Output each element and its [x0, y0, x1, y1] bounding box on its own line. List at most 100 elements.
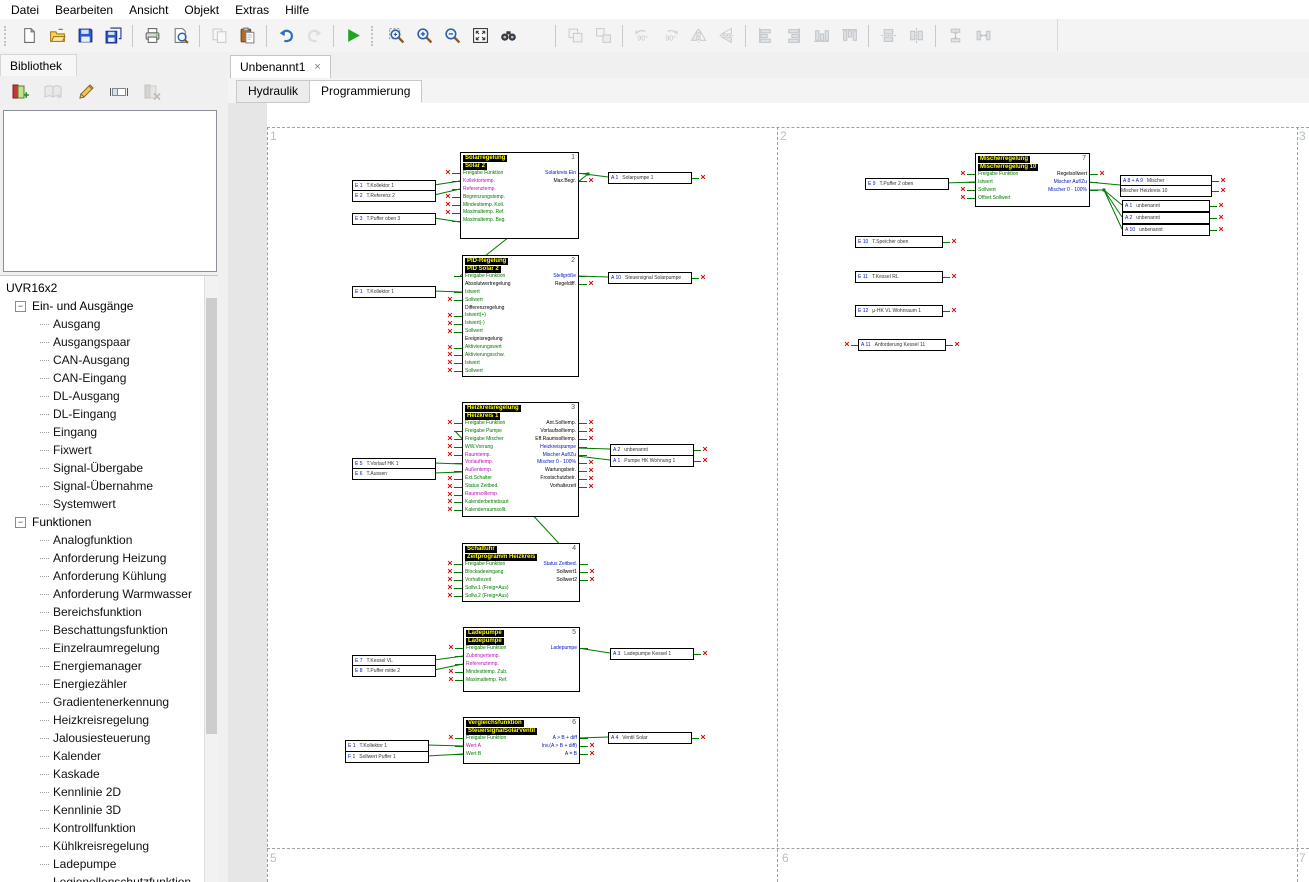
menu-item-datei[interactable]: Datei [3, 1, 47, 19]
io-block[interactable]: Mischer Heizkreis 10✕ [1120, 185, 1212, 197]
io-block[interactable]: E 12µ-HK VL Wohnraum 1✕ [855, 305, 943, 317]
rename-library-button[interactable] [105, 79, 133, 105]
zoom-fit-button[interactable] [467, 23, 493, 49]
tree-item[interactable]: Heizkreisregelung [4, 711, 218, 729]
document-tab[interactable]: Unbenannt1 × [230, 55, 331, 78]
io-block[interactable]: A 3Ladepumpe Kessel 1✕ [610, 648, 694, 660]
tree-item[interactable]: Beschattungsfunktion [4, 621, 218, 639]
function-block[interactable]: 2PID-RegelungPID Solar 2Freigabe Funktio… [462, 255, 579, 377]
function-block[interactable]: 1SolarregelungSolar 2Freigabe Funktion✕K… [460, 152, 579, 239]
tree-section[interactable]: −Ein- und Ausgänge [4, 297, 218, 315]
tree-item[interactable]: Systemwert [4, 495, 218, 513]
tree-root[interactable]: UVR16x2 [4, 279, 218, 297]
menu-item-hilfe[interactable]: Hilfe [277, 1, 317, 19]
tree-item[interactable]: DL-Ausgang [4, 387, 218, 405]
tree-item[interactable]: Anforderung Kühlung [4, 567, 218, 585]
io-block[interactable]: E 9T.Puffer 2 oben [865, 178, 949, 190]
tree-item[interactable]: Anforderung Heizung [4, 549, 218, 567]
io-block[interactable]: A 2unbenannt✕ [1122, 212, 1210, 224]
new-file-button[interactable] [16, 23, 42, 49]
collapse-icon[interactable]: − [15, 517, 26, 528]
tree-item[interactable]: Bereichsfunktion [4, 603, 218, 621]
collapse-icon[interactable]: − [15, 301, 26, 312]
zoom-region-button[interactable] [383, 23, 409, 49]
function-block[interactable]: 3HeizkreisregelungHeizkreis 1Freigabe Fu… [462, 402, 579, 517]
tree-scrollbar-thumb[interactable] [206, 298, 217, 734]
library-tab[interactable]: Bibliothek [0, 54, 77, 76]
function-block[interactable]: 4SchaltuhrZeitprogramm HeizkreisFreigabe… [462, 543, 580, 602]
tree-item[interactable]: Ausgangspaar [4, 333, 218, 351]
io-block[interactable]: A 4Ventil Solar✕ [608, 732, 692, 744]
print-button[interactable] [139, 23, 165, 49]
io-block[interactable]: A 1Pumpe HK Wohnung 1✕ [610, 455, 694, 467]
tree-item[interactable]: Gradientenerkennung [4, 693, 218, 711]
zoom-out-button[interactable] [439, 23, 465, 49]
tree-item[interactable]: Ladepumpe [4, 855, 218, 873]
tree-item[interactable]: Kalender [4, 747, 218, 765]
block-output-row: Stellgröße [553, 273, 578, 281]
tree-item[interactable]: Kennlinie 2D [4, 783, 218, 801]
menu-item-bearbeiten[interactable]: Bearbeiten [47, 1, 121, 19]
tree-item[interactable]: CAN-Ausgang [4, 351, 218, 369]
undo-button[interactable] [273, 23, 299, 49]
save-button[interactable] [72, 23, 98, 49]
tab-hydraulik[interactable]: Hydraulik [236, 80, 310, 103]
io-block[interactable]: E 8T.Puffer mitte 2 [352, 665, 436, 677]
open-file-button[interactable] [44, 23, 70, 49]
tree-item[interactable]: Ausgang [4, 315, 218, 333]
tree-item[interactable]: Jalousiesteuerung [4, 729, 218, 747]
tree-item[interactable]: Fixwert [4, 441, 218, 459]
function-block[interactable]: 7MischerregelungMischerregelung 10Freiga… [975, 153, 1090, 207]
tree-item[interactable]: Kühlkreisregelung [4, 837, 218, 855]
library-list[interactable] [3, 110, 217, 272]
tree-section[interactable]: −Funktionen [4, 513, 218, 531]
tree-item[interactable]: Legionellenschutzfunktion [4, 873, 218, 882]
tree-scrollbar[interactable] [204, 276, 218, 882]
run-button[interactable] [340, 23, 366, 49]
grid-button[interactable] [523, 23, 549, 49]
tree-item[interactable]: Eingang [4, 423, 218, 441]
tree-item[interactable]: Kennlinie 3D [4, 801, 218, 819]
menu-item-extras[interactable]: Extras [227, 1, 277, 19]
io-block[interactable]: A 1unbenannt✕ [1122, 200, 1210, 212]
tree-item[interactable]: Kontrollfunktion [4, 819, 218, 837]
programming-canvas[interactable]: 1235671SolarregelungSolar 2Freigabe Funk… [228, 103, 1309, 882]
tab-programmierung[interactable]: Programmierung [309, 80, 422, 103]
menu-item-objekt[interactable]: Objekt [176, 1, 227, 19]
output-pin-label: Heizkreispumpe [540, 445, 576, 450]
edit-library-button[interactable] [72, 79, 100, 105]
open-pin-icon: ✕ [447, 344, 453, 351]
print-preview-button[interactable] [167, 23, 193, 49]
io-block[interactable]: A 10unbenannt✕ [1122, 224, 1210, 236]
function-block[interactable]: 6VergleichsfunktionSteuersignalSolarVent… [463, 717, 580, 764]
tree-item[interactable]: Kaskade [4, 765, 218, 783]
io-block[interactable]: A 10Steuersignal Solarpumpe✕ [608, 272, 692, 284]
add-library-button[interactable] [6, 79, 34, 105]
io-block[interactable]: F 1Sollwert Puffer 1 [345, 751, 429, 763]
close-icon[interactable]: × [314, 61, 320, 73]
io-block[interactable]: E 2T.Referenz 2 [352, 190, 436, 202]
find-button[interactable] [495, 23, 521, 49]
io-block[interactable]: E 6T.Aussen [352, 468, 436, 480]
io-block[interactable]: E 10T.Speicher oben✕ [855, 236, 943, 248]
tree-item[interactable]: Signal-Übergabe [4, 459, 218, 477]
io-block[interactable]: E 3T.Puffer oben 3 [352, 213, 436, 225]
io-block[interactable]: E 11T.Kessel RL✕ [855, 271, 943, 283]
tree-item[interactable]: Signal-Übernahme [4, 477, 218, 495]
zoom-in-button[interactable] [411, 23, 437, 49]
tree-item[interactable]: Einzelraumregelung [4, 639, 218, 657]
tree-item[interactable]: CAN-Eingang [4, 369, 218, 387]
tree-item[interactable]: Energiezähler [4, 675, 218, 693]
tree-item[interactable]: Anforderung Warmwasser [4, 585, 218, 603]
tree-item[interactable]: Analogfunktion [4, 531, 218, 549]
io-block[interactable]: E 1T.Kollektor 1 [352, 286, 436, 298]
menu-item-ansicht[interactable]: Ansicht [121, 1, 176, 19]
paste-button[interactable] [234, 23, 260, 49]
function-block[interactable]: 5LadepumpeLadepumpeFreigabe Funktion✕Zub… [463, 627, 580, 692]
zoom-fit-icon [472, 27, 489, 44]
save-all-button[interactable] [100, 23, 126, 49]
tree-item[interactable]: Energiemanager [4, 657, 218, 675]
tree-item[interactable]: DL-Eingang [4, 405, 218, 423]
io-block[interactable]: A 11Anforderung Kessel 11✕✕ [858, 339, 946, 351]
io-block[interactable]: A 1Solarpumpe 1✕ [608, 172, 692, 184]
